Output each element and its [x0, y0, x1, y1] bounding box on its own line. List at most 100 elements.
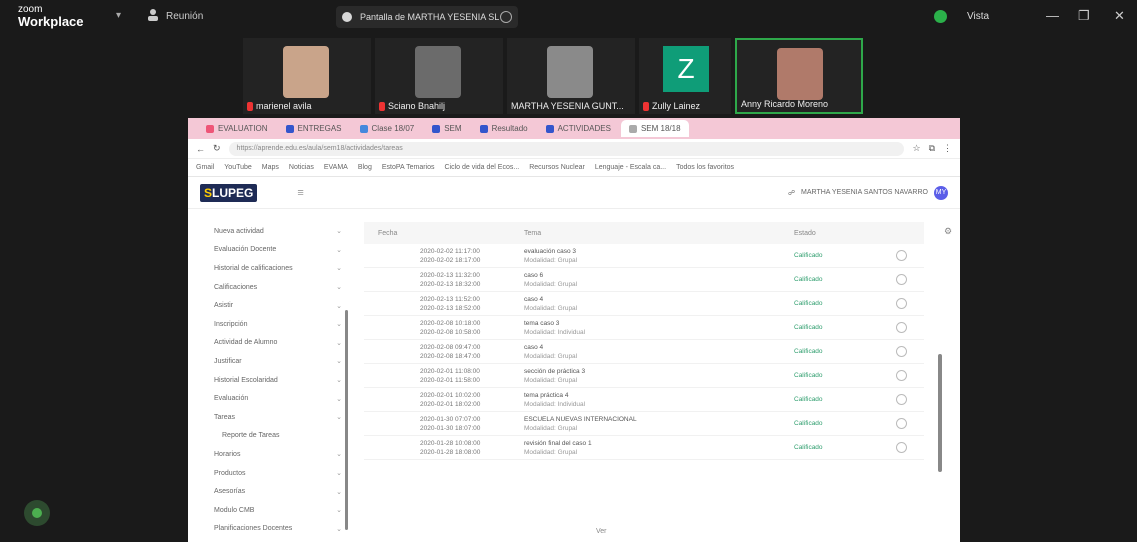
hamburger-icon[interactable]: ≡ [297, 187, 303, 199]
table-row[interactable]: 2020-02-01 11:08:00 2020-02-01 11:58:00 se… [364, 364, 924, 388]
star-icon[interactable]: ☆ [912, 143, 920, 154]
browser-tab[interactable]: ACTIVIDADES [538, 120, 619, 137]
participant-tile-active-speaker[interactable]: Anny Ricardo Moreno [735, 38, 863, 114]
user-menu[interactable]: ☍ MARTHA YESENIA SANTOS NAVARRO MY [788, 185, 948, 200]
row-topic[interactable]: evaluación caso 3 Modalidad: Grupal [524, 247, 794, 265]
share-options-icon[interactable] [500, 11, 512, 23]
row-topic[interactable]: caso 6 Modalidad: Grupal [524, 271, 794, 289]
view-detail-icon[interactable] [895, 322, 907, 333]
sidebar-item[interactable]: Inscripción ⌄ [208, 315, 350, 334]
view-detail-icon[interactable] [895, 370, 907, 381]
sidebar-item[interactable]: Nueva actividad ⌄ [208, 222, 350, 241]
browser-tab-active[interactable]: SEM 18/18 [620, 120, 689, 137]
bookmark-item[interactable]: EstoPA Temarios [382, 164, 435, 171]
row-topic[interactable]: ESCUELA NUEVAS INTERNACIONAL Modalidad: G… [524, 415, 794, 433]
brand-logo[interactable]: SLUPEG [200, 183, 258, 202]
avatar[interactable]: MY [934, 185, 948, 200]
table-row[interactable]: 2020-02-13 11:32:00 2020-02-13 18:32:00 ca… [364, 268, 924, 292]
sidebar-item[interactable]: Evaluación ⌄ [208, 389, 350, 408]
sidebar-scrollbar[interactable] [345, 310, 348, 530]
participant-tile[interactable]: marienel avila [243, 38, 371, 114]
sidebar-item[interactable]: Planificaciones Docentes ⌄ [208, 520, 350, 539]
browser-tab[interactable]: SEM [424, 120, 469, 137]
participant-tile[interactable]: Z Zully Lainez [639, 38, 731, 114]
sidebar-item[interactable]: Evaluación Docente ⌄ [208, 241, 350, 260]
meeting-icon[interactable] [146, 8, 160, 22]
main-scrollbar[interactable] [938, 354, 942, 472]
sidebar-item[interactable]: Historial Escolaridad ⌄ [208, 371, 350, 390]
sidebar-item[interactable]: Calificaciones ⌄ [208, 278, 350, 297]
bookmark-item[interactable]: Recursos Nuclear [529, 164, 585, 171]
table-row[interactable]: 2020-02-13 11:52:00 2020-02-13 18:52:00 ca… [364, 292, 924, 316]
view-detail-icon[interactable] [895, 442, 907, 453]
sidebar-item[interactable]: Asesorías ⌄ [208, 482, 350, 501]
view-detail-icon[interactable] [895, 274, 907, 285]
table-row[interactable]: 2020-02-08 09:47:00 2020-02-08 18:47:00 ca… [364, 340, 924, 364]
browser-tab[interactable]: Clase 18/07 [352, 120, 423, 137]
table-row[interactable]: 2020-02-08 10:18:00 2020-02-08 10:58:00 te… [364, 316, 924, 340]
close-icon[interactable]: ✕ [1114, 8, 1125, 24]
bookmark-item[interactable]: Lenguaje - Escala ca... [595, 164, 666, 171]
reload-icon[interactable]: ↻ [213, 143, 221, 154]
row-topic[interactable]: revisión final del caso 1 Modalidad: Grup… [524, 439, 794, 457]
bookmark-item[interactable]: Blog [358, 164, 372, 171]
participant-tile[interactable]: MARTHA YESENIA GUNT... [507, 38, 635, 114]
view-detail-icon[interactable] [895, 298, 907, 309]
view-button[interactable]: Vista [967, 11, 989, 22]
restore-icon[interactable]: ❐ [1078, 8, 1090, 24]
menu-icon[interactable]: ⋮ [943, 143, 952, 154]
back-icon[interactable]: ← [196, 144, 205, 154]
bookmark-item[interactable]: Ciclo de vida del Ecos... [445, 164, 520, 171]
sidebar-item[interactable]: Actividad de Alumno ⌄ [208, 334, 350, 353]
chat-button[interactable] [24, 500, 50, 526]
bell-icon[interactable]: ☍ [788, 189, 795, 197]
sidebar-item[interactable]: Productos ⌄ [208, 464, 350, 483]
row-topic[interactable]: tema práctica 4 Modalidad: Individual [524, 391, 794, 409]
sidebar-item[interactable]: Horarios ⌄ [208, 445, 350, 464]
sidebar-item[interactable]: Tareas ⌄ [208, 408, 350, 427]
meeting-label[interactable]: Reunión [166, 11, 203, 22]
bookmark-item[interactable]: EVAMA [324, 164, 348, 171]
status-badge: Calificado [794, 252, 823, 259]
bookmark-item[interactable]: Maps [262, 164, 279, 171]
table-row[interactable]: 2020-01-28 10:08:00 2020-01-28 18:08:00 re… [364, 436, 924, 460]
sidebar-item[interactable]: Historial de calificaciones ⌄ [208, 259, 350, 278]
settings-icon[interactable]: ⚙ [944, 226, 952, 237]
bookmark-item[interactable]: Noticias [289, 164, 314, 171]
column-header-topic[interactable]: Tema [524, 230, 794, 237]
bookmark-item[interactable]: YouTube [224, 164, 252, 171]
sidebar-item[interactable]: Modulo CMB ⌄ [208, 501, 350, 520]
bookmark-item[interactable]: Todos los favoritos [676, 164, 734, 171]
row-topic[interactable]: sección de práctica 3 Modalidad: Grupal [524, 367, 794, 385]
view-detail-icon[interactable] [895, 346, 907, 357]
minimize-icon[interactable]: — [1046, 8, 1059, 23]
sidebar-item[interactable]: Asistir ⌄ [208, 296, 350, 315]
browser-tab[interactable]: ENTREGAS [278, 120, 350, 137]
activities-table: Fecha Tema Estado 2020-02-02 11:17:00 202… [364, 222, 924, 542]
screen-share-indicator[interactable]: Pantalla de MARTHA YESENIA SL [336, 6, 518, 28]
participant-tile[interactable]: Sciano Bnahilj [375, 38, 503, 114]
bookmark-item[interactable]: Gmail [196, 164, 214, 171]
row-topic[interactable]: caso 4 Modalidad: Grupal [524, 343, 794, 361]
browser-tab[interactable]: Resultado [472, 120, 536, 137]
security-shield-icon[interactable] [934, 10, 947, 23]
browser-tab[interactable]: EVALUATION [198, 120, 276, 137]
table-row[interactable]: 2020-02-01 10:02:00 2020-02-01 18:02:00 te… [364, 388, 924, 412]
footer-view-link[interactable]: Ver [596, 528, 607, 536]
chevron-down-icon[interactable]: ▾ [116, 10, 121, 21]
extensions-icon[interactable]: ⧉ [929, 143, 935, 154]
view-detail-icon[interactable] [895, 418, 907, 429]
row-topic[interactable]: caso 4 Modalidad: Grupal [524, 295, 794, 313]
table-row[interactable]: 2020-01-30 07:07:00 2020-01-30 18:07:00 ES… [364, 412, 924, 436]
view-detail-icon[interactable] [895, 250, 907, 261]
table-row[interactable]: 2020-02-02 11:17:00 2020-02-02 18:17:00 ev… [364, 244, 924, 268]
column-header-date[interactable]: Fecha [364, 230, 524, 237]
column-header-status[interactable]: Estado [794, 230, 886, 237]
table-header: Fecha Tema Estado [364, 222, 924, 244]
participant-video [415, 46, 461, 98]
view-detail-icon[interactable] [895, 394, 907, 405]
url-input[interactable]: https://aprende.edu.es/aula/sem18/activi… [228, 141, 905, 156]
row-topic[interactable]: tema caso 3 Modalidad: Individual [524, 319, 794, 337]
sidebar-subitem[interactable]: Reporte de Tareas [208, 427, 350, 446]
sidebar-item[interactable]: Justificar ⌄ [208, 352, 350, 371]
